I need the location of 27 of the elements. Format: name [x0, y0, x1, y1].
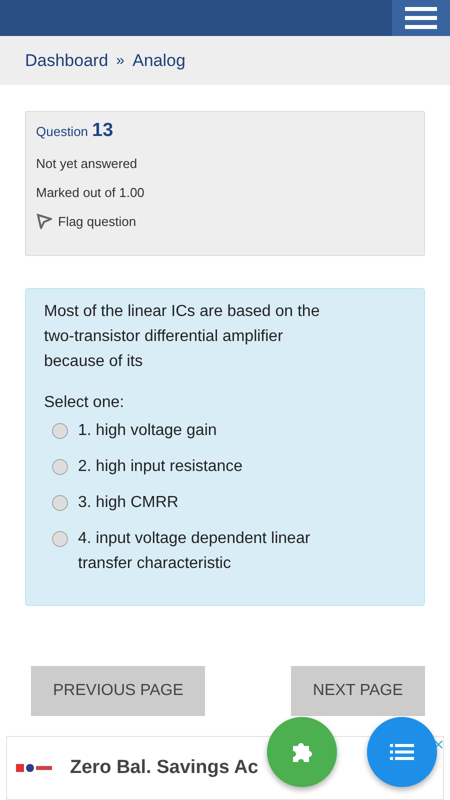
question-number: 13	[92, 120, 114, 142]
radio-button[interactable]	[52, 531, 68, 547]
close-icon[interactable]	[434, 740, 443, 749]
breadcrumb-link[interactable]: Analog	[132, 50, 186, 70]
list-icon	[390, 743, 414, 761]
select-prompt: Select one:	[44, 394, 126, 412]
flag-question-link[interactable]: Flag question	[58, 214, 136, 229]
marks-text: Marked out of 1.00	[36, 185, 146, 200]
next-page-button[interactable]: NEXT PAGE	[290, 666, 425, 716]
option-label[interactable]: 4. input voltage dependent linear transfer characteristic	[78, 526, 348, 576]
radio-button[interactable]	[52, 459, 68, 475]
menu-button[interactable]	[392, 0, 450, 36]
status-text: Not yet answered	[36, 156, 138, 171]
flag-icon[interactable]	[36, 212, 52, 228]
radio-button[interactable]	[52, 423, 68, 439]
ad-headline: Zero Bal. Savings Ac	[70, 757, 258, 779]
question-text: Most of the linear ICs are based on the two-transistor differential amplifier because of its	[44, 302, 321, 372]
option-label[interactable]: 2. high input resistance	[78, 454, 348, 479]
menu-icon	[405, 6, 437, 30]
ad-logo-icon	[16, 763, 52, 773]
breadcrumb-separator: »	[116, 52, 125, 69]
option-label[interactable]: 1. high voltage gain	[78, 418, 348, 443]
breadcrumb-link[interactable]: Dashboard	[25, 50, 108, 70]
previous-page-button[interactable]: PREVIOUS PAGE	[31, 666, 206, 716]
radio-button[interactable]	[52, 495, 68, 511]
question-label: Question	[36, 124, 88, 139]
option-label[interactable]: 3. high CMRR	[78, 490, 348, 515]
